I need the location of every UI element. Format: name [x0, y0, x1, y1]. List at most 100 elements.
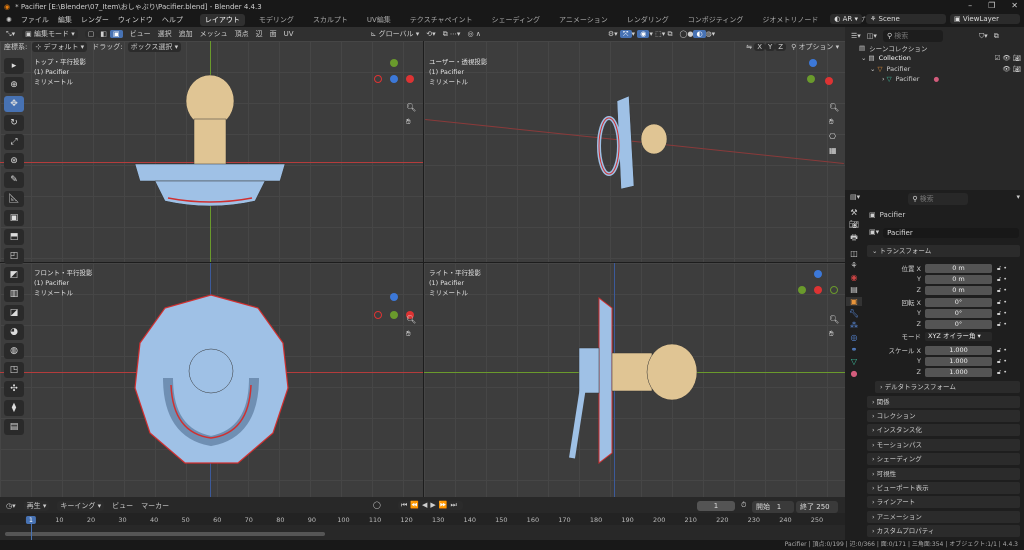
drag-select[interactable]: ボックス選択 ▾: [127, 42, 182, 52]
auto-key-icon[interactable]: ◯: [373, 501, 381, 509]
shading-mode-buttons[interactable]: ◯● ◐ ◍▾: [679, 30, 715, 38]
stopwatch-icon[interactable]: ⏱: [741, 501, 746, 510]
delta-transform-panel[interactable]: › デルタトランスフォーム: [875, 381, 1020, 393]
panel-motion-paths[interactable]: › モーションパス: [867, 439, 1020, 451]
minimize-button[interactable]: –: [968, 1, 972, 10]
inset-tool-icon[interactable]: ◰: [4, 248, 24, 264]
navigation-gizmo[interactable]: [798, 270, 838, 310]
tab-sculpt[interactable]: スカルプト: [308, 14, 353, 26]
options-icon[interactable]: ▾: [1016, 193, 1020, 205]
viewport-top[interactable]: トップ・平行投影 (1) Pacifier ミリメートル 🔍︎ ✋︎: [0, 41, 423, 262]
playback-controls[interactable]: ⏮⏪◀▶⏩⏭: [398, 501, 463, 510]
menu-face[interactable]: 面: [270, 29, 277, 39]
modifier-tab-icon[interactable]: 🔧︎: [849, 309, 859, 318]
panel-relations[interactable]: › 関係: [867, 396, 1020, 408]
tab-uv-edit[interactable]: UV編集: [362, 14, 396, 26]
extrude-tool-icon[interactable]: ⬒: [4, 229, 24, 245]
scene-tab-icon[interactable]: ⚘: [850, 261, 857, 270]
view-menu[interactable]: ビュー: [112, 501, 133, 511]
render-engine-select[interactable]: ◐ AR ▾: [830, 14, 862, 24]
filter-view-icon[interactable]: ◫▾: [867, 32, 877, 40]
close-button[interactable]: ✕: [1011, 1, 1018, 10]
lock-icon[interactable]: 🔓︎ •: [997, 320, 1007, 329]
scene-field[interactable]: ⚘ Scene: [866, 14, 946, 24]
mirror-axis-buttons[interactable]: ⇋ XYZ: [746, 43, 787, 51]
tool-tab-icon[interactable]: ⚒: [850, 208, 857, 217]
object-type-icon[interactable]: ▣▾: [869, 228, 879, 238]
menu-edit[interactable]: 編集: [58, 15, 72, 25]
viewport-gizmo-icons[interactable]: ⚙▾ ⤧ ▾ ◉ ▾ ⬚▾ ⧉: [608, 29, 672, 39]
panel-custom-properties[interactable]: › カスタムプロパティ: [867, 525, 1020, 537]
tab-modeling[interactable]: モデリング: [254, 14, 299, 26]
select-mode-buttons[interactable]: ▢ ◧ ▣: [84, 30, 123, 38]
marker-menu[interactable]: マーカー: [141, 501, 169, 511]
lock-icon[interactable]: 🔓︎ •: [997, 286, 1007, 295]
lock-icon[interactable]: 🔓︎ •: [997, 309, 1007, 318]
viewport-nav-buttons[interactable]: 🔍︎ ✋︎: [406, 315, 416, 339]
tab-animation[interactable]: アニメーション: [554, 14, 613, 26]
mode-select[interactable]: ▣ 編集モード ▾: [22, 29, 78, 39]
tab-rendering[interactable]: レンダリング: [622, 14, 674, 26]
playback-menu[interactable]: 再生 ▾: [23, 501, 50, 511]
keying-menu[interactable]: キーイング ▾: [57, 501, 105, 511]
tab-compositing[interactable]: コンポジティング: [683, 14, 749, 26]
pivot-icon[interactable]: ⟲▾: [426, 30, 435, 38]
panel-viewport-display[interactable]: › ビューポート表示: [867, 482, 1020, 494]
tab-layout[interactable]: レイアウト: [199, 14, 245, 26]
outliner-mesh[interactable]: › ▽ Pacifier ●: [882, 73, 939, 84]
material-tab-icon[interactable]: ●: [851, 369, 858, 378]
spin-tool-icon[interactable]: ◍: [4, 343, 24, 359]
transform-panel-header[interactable]: ⌄ トランスフォーム: [867, 245, 1020, 257]
coord-select[interactable]: ⊹ デフォルト ▾: [32, 42, 88, 52]
lock-icon[interactable]: 🔓︎ •: [997, 357, 1007, 366]
menu-uv[interactable]: UV: [284, 30, 294, 38]
view-layer-tab-icon[interactable]: ◫: [850, 249, 858, 258]
viewport-user-perspective[interactable]: ユーザー・透視投影 (1) Pacifier ミリメートル 🔍︎ ✋︎ ⎔ ▦: [424, 41, 845, 262]
snap-icon[interactable]: ⧉ ⋯▾: [443, 30, 461, 39]
navigation-gizmo[interactable]: [793, 59, 833, 99]
viewport-nav-buttons[interactable]: 🔍︎ ✋︎ ⎔ ▦: [829, 103, 839, 155]
outliner-search[interactable]: ⚲ 検索: [882, 30, 943, 42]
lock-icon[interactable]: 🔓︎ •: [997, 275, 1007, 284]
panel-shading[interactable]: › シェーディング: [867, 453, 1020, 465]
poly-build-tool-icon[interactable]: ◕: [4, 324, 24, 340]
menu-file[interactable]: ファイル: [21, 15, 49, 25]
menu-view[interactable]: ビュー: [130, 29, 151, 39]
menu-render[interactable]: レンダー: [81, 15, 109, 25]
menu-vertex[interactable]: 頂点: [235, 29, 249, 39]
tab-texture-paint[interactable]: テクスチャペイント: [405, 14, 478, 26]
outliner-collection[interactable]: ⌄ ▤ Collection ☑ 👁︎ 📷︎: [861, 52, 1021, 63]
collection-tab-icon[interactable]: ▤: [850, 285, 858, 294]
maximize-button[interactable]: ❐: [988, 1, 995, 10]
tab-shading[interactable]: シェーディング: [487, 14, 546, 26]
viewlayer-field[interactable]: ▣ ViewLayer: [950, 14, 1020, 24]
bevel-tool-icon[interactable]: ◩: [4, 267, 24, 283]
viewport-nav-buttons[interactable]: 🔍︎ ✋︎: [829, 315, 839, 339]
menu-window[interactable]: ウィンドウ: [118, 15, 153, 25]
start-frame-field[interactable]: 開始 1: [752, 501, 794, 513]
panel-collections[interactable]: › コレクション: [867, 410, 1020, 422]
display-mode-icon[interactable]: ☰▾: [851, 32, 861, 40]
editor-type-icon[interactable]: ▤▾: [850, 193, 860, 205]
editor-type-icon[interactable]: ⤡▾: [6, 30, 15, 39]
tab-geometry-nodes[interactable]: ジオメトリノード: [757, 14, 823, 26]
transform-orientation-select[interactable]: ⊾ グローバル ▾: [371, 29, 420, 39]
panel-line-art[interactable]: › ラインアート: [867, 496, 1020, 508]
particles-tab-icon[interactable]: ⁂: [850, 321, 858, 330]
render-tab-icon[interactable]: 📷︎: [849, 220, 859, 229]
editor-type-icon[interactable]: ◷▾: [6, 502, 16, 510]
viewport-nav-buttons[interactable]: 🔍︎ ✋︎: [406, 103, 416, 127]
blender-menu-icon[interactable]: ✺: [6, 16, 12, 24]
object-name-field[interactable]: Pacifier: [883, 228, 1019, 238]
scale-tool-icon[interactable]: ⤢: [4, 134, 24, 150]
new-collection-icon[interactable]: ⧉: [994, 32, 999, 41]
rotate-tool-icon[interactable]: ↻: [4, 115, 24, 131]
filter-icon[interactable]: ⛉▾: [979, 32, 988, 41]
lock-icon[interactable]: 🔓︎ •: [997, 264, 1007, 273]
lock-icon[interactable]: 🔓︎ •: [997, 346, 1007, 355]
end-frame-field[interactable]: 終了 250: [796, 501, 838, 513]
knife-tool-icon[interactable]: ◪: [4, 305, 24, 321]
loop-cut-tool-icon[interactable]: ▥: [4, 286, 24, 302]
navigation-gizmo[interactable]: [374, 59, 414, 99]
add-cube-tool-icon[interactable]: ▣: [4, 210, 24, 226]
